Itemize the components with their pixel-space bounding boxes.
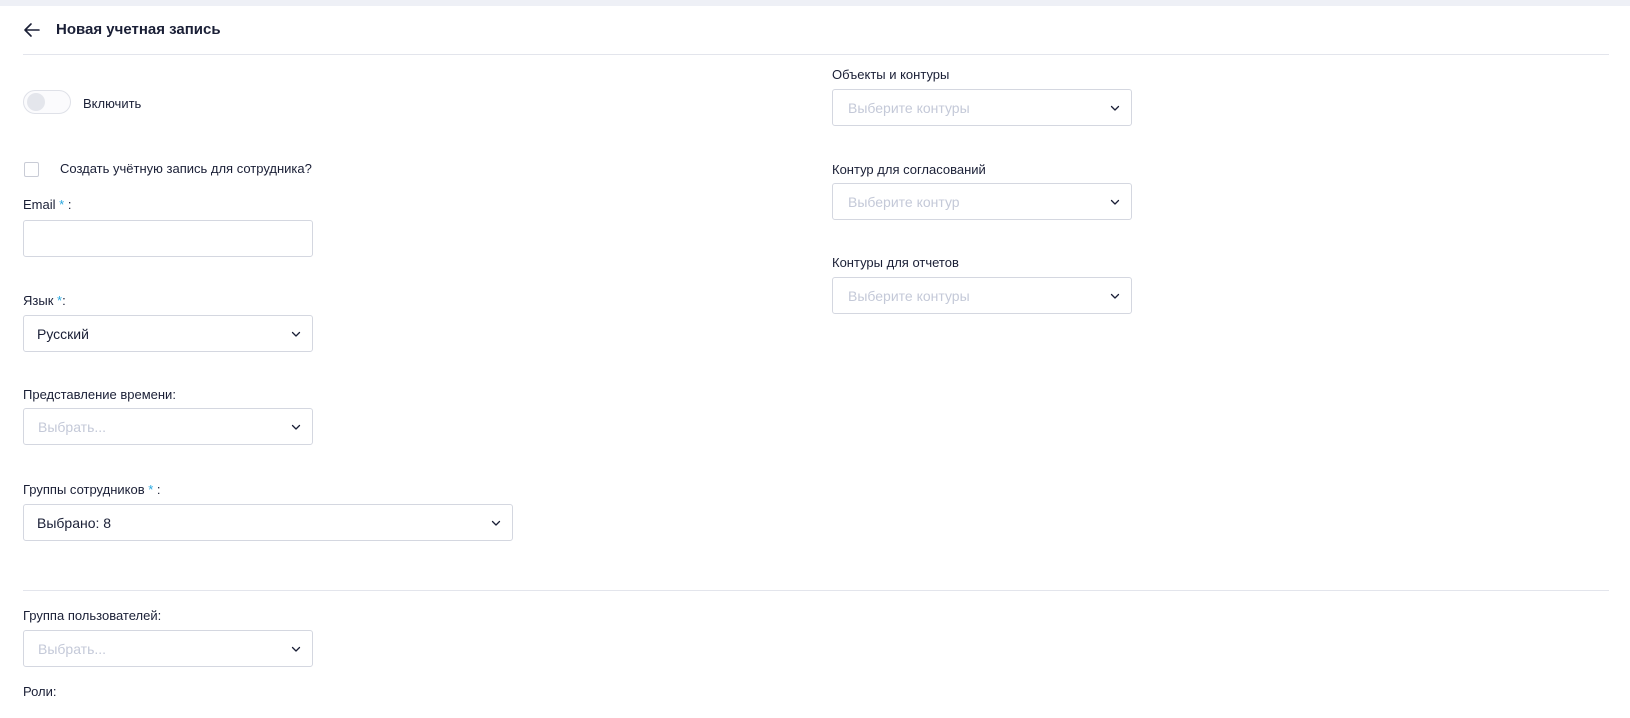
language-label-text: Язык [23, 293, 54, 308]
roles-label: Роли: [23, 684, 57, 699]
approval-contour-select[interactable]: Выберите контур [832, 183, 1132, 220]
language-select[interactable]: Русский [23, 315, 313, 352]
chevron-down-icon [1110, 293, 1120, 299]
chevron-down-icon [291, 331, 301, 337]
objects-contours-select[interactable]: Выберите контуры [832, 89, 1132, 126]
employee-groups-label-suffix: : [153, 482, 161, 497]
user-group-select[interactable]: Выбрать... [23, 630, 313, 667]
language-label-suffix: : [62, 293, 66, 308]
approval-contour-placeholder: Выберите контур [848, 194, 960, 210]
report-contours-placeholder: Выберите контуры [848, 288, 970, 304]
email-label-suffix: : [64, 197, 72, 212]
report-contours-select[interactable]: Выберите контуры [832, 277, 1132, 314]
employee-groups-label: Группы сотрудников * : [23, 482, 161, 497]
enable-toggle-label: Включить [83, 96, 142, 111]
section-divider [23, 590, 1609, 591]
employee-groups-value: Выбрано: 8 [37, 515, 112, 531]
user-group-label: Группа пользователей: [23, 608, 162, 623]
page-title: Новая учетная запись [56, 21, 221, 38]
approval-contour-label: Контур для согласований [832, 162, 986, 177]
chevron-down-icon [1110, 199, 1120, 205]
chevron-down-icon [291, 424, 301, 430]
user-group-placeholder: Выбрать... [38, 641, 107, 657]
chevron-down-icon [491, 520, 501, 526]
toggle-knob [27, 93, 45, 111]
arrow-left-icon [24, 23, 40, 37]
chevron-down-icon [291, 646, 301, 652]
page-header: Новая учетная запись [0, 6, 1630, 56]
time-format-label: Представление времени: [23, 387, 176, 402]
create-for-employee-checkbox[interactable] [24, 162, 39, 177]
enable-toggle[interactable] [23, 90, 71, 114]
employee-groups-label-text: Группы сотрудников [23, 482, 145, 497]
email-label: Email * : [23, 197, 71, 212]
objects-contours-placeholder: Выберите контуры [848, 100, 970, 116]
email-label-text: Email [23, 197, 56, 212]
create-for-employee-label: Создать учётную запись для сотрудника? [60, 161, 312, 176]
email-field[interactable] [23, 220, 313, 257]
header-divider [23, 54, 1609, 55]
language-value: Русский [37, 326, 89, 342]
employee-groups-select[interactable]: Выбрано: 8 [23, 504, 513, 541]
objects-contours-label: Объекты и контуры [832, 67, 950, 82]
account-form-panel: Новая учетная запись Включить Создать уч… [0, 6, 1630, 718]
time-format-select[interactable]: Выбрать... [23, 408, 313, 445]
back-button[interactable] [20, 18, 44, 42]
report-contours-label: Контуры для отчетов [832, 255, 959, 270]
time-format-placeholder: Выбрать... [38, 419, 107, 435]
chevron-down-icon [1110, 105, 1120, 111]
language-label: Язык *: [23, 293, 66, 308]
